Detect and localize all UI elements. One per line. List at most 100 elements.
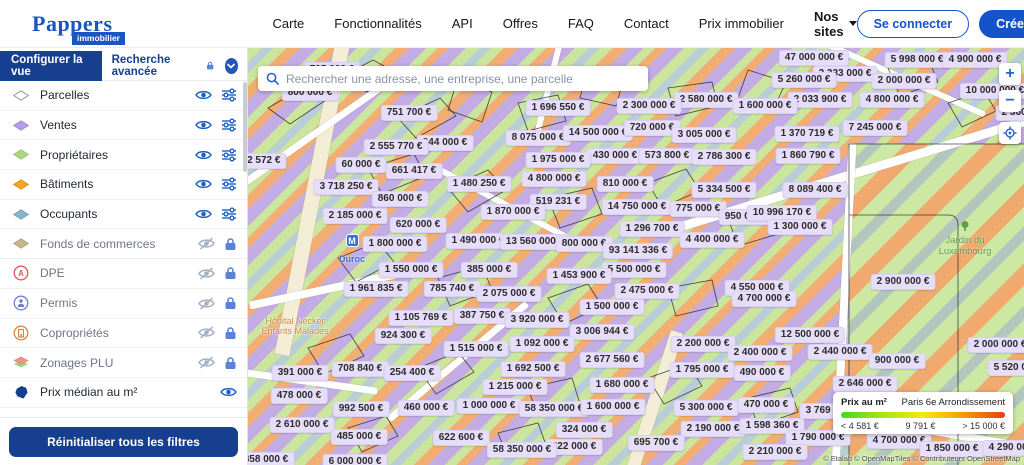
- price-label[interactable]: 58 350 000 €: [518, 401, 590, 417]
- price-label[interactable]: 1 000 000 €: [456, 398, 522, 414]
- sites-dropdown[interactable]: Nos sites: [814, 9, 857, 39]
- price-label[interactable]: 708 840 €: [331, 361, 389, 377]
- nav-link[interactable]: API: [452, 16, 473, 31]
- signup-button[interactable]: Créer un compte: [979, 9, 1024, 38]
- price-label[interactable]: 1 795 000 €: [669, 362, 735, 378]
- price-label[interactable]: 2 300 000 €: [616, 98, 682, 114]
- locked-feature-button[interactable]: [224, 237, 237, 251]
- layer-row[interactable]: Prix médian au m²: [0, 378, 247, 408]
- locked-feature-button[interactable]: [224, 266, 237, 280]
- layer-row[interactable]: Parcelles: [0, 81, 247, 111]
- price-label[interactable]: 62 572 €: [248, 153, 287, 169]
- price-label[interactable]: 2 000 000 €: [967, 337, 1024, 353]
- price-label[interactable]: 860 000 €: [371, 191, 429, 207]
- price-label[interactable]: 2 210 000 €: [742, 444, 808, 460]
- toggle-visibility-button[interactable]: [195, 119, 212, 131]
- layer-row[interactable]: Bâtiments: [0, 170, 247, 200]
- price-label[interactable]: 1 692 500 €: [500, 361, 566, 377]
- layer-row[interactable]: Permis: [0, 289, 247, 319]
- price-label[interactable]: 490 000 €: [733, 365, 791, 381]
- price-label[interactable]: 254 400 €: [383, 365, 441, 381]
- price-label[interactable]: 1 800 000 €: [362, 236, 428, 252]
- toggle-visibility-button[interactable]: [198, 237, 215, 250]
- price-label[interactable]: 3 006 944 €: [569, 324, 635, 340]
- price-label[interactable]: 1 480 250 €: [446, 176, 512, 192]
- price-label[interactable]: 1 105 769 €: [388, 310, 454, 326]
- nav-link[interactable]: Fonctionnalités: [334, 16, 421, 31]
- map-canvas[interactable]: M Duroc Hôpital Necker Enfants Malades J…: [248, 48, 1024, 465]
- price-label[interactable]: 385 000 €: [460, 262, 518, 278]
- layer-row[interactable]: Fonds de commerces: [0, 229, 247, 260]
- price-label[interactable]: 1 975 000 €: [525, 152, 591, 168]
- zoom-out-button[interactable]: −: [999, 90, 1021, 112]
- price-label[interactable]: 4 400 000 €: [679, 232, 745, 248]
- pappers-logo[interactable]: Pappers immobilier: [32, 11, 125, 45]
- locate-button[interactable]: [999, 122, 1021, 144]
- price-label[interactable]: 2 200 000 €: [670, 336, 736, 352]
- price-label[interactable]: 1 860 790 €: [775, 148, 841, 164]
- price-label[interactable]: 485 000 €: [330, 429, 388, 445]
- price-label[interactable]: 14 750 000 €: [601, 199, 673, 215]
- tab-configure-view[interactable]: Configurer la vue: [0, 50, 102, 81]
- toggle-visibility-button[interactable]: [198, 267, 215, 280]
- price-label[interactable]: 900 000 €: [868, 353, 926, 369]
- price-label[interactable]: 573 800 €: [638, 148, 696, 164]
- toggle-visibility-button[interactable]: [220, 386, 237, 398]
- price-label[interactable]: 60 000 €: [335, 157, 387, 173]
- price-label[interactable]: 4 700 000 €: [731, 291, 797, 307]
- layer-row[interactable]: A DPE: [0, 259, 247, 289]
- price-label[interactable]: 992 500 €: [332, 401, 390, 417]
- price-label[interactable]: 93 141 336 €: [602, 243, 674, 259]
- price-label[interactable]: 470 000 €: [737, 397, 795, 413]
- nav-link[interactable]: Contact: [624, 16, 669, 31]
- price-label[interactable]: 478 000 €: [270, 388, 328, 404]
- price-label[interactable]: 5 300 000 €: [673, 400, 739, 416]
- price-label[interactable]: 1 092 000 €: [509, 336, 575, 352]
- price-label[interactable]: 14 500 000 €: [562, 125, 634, 141]
- nav-link[interactable]: Carte: [273, 16, 305, 31]
- layer-filters-button[interactable]: [221, 118, 237, 132]
- collapse-sidebar-button[interactable]: [224, 57, 238, 74]
- layer-row[interactable]: Copropriétés: [0, 319, 247, 349]
- price-label[interactable]: 2 610 000 €: [269, 417, 335, 433]
- price-label[interactable]: 460 000 €: [397, 400, 455, 416]
- layer-row[interactable]: Propriétaires: [0, 140, 247, 171]
- tab-advanced-search[interactable]: Recherche avancée: [102, 47, 225, 85]
- toggle-visibility-button[interactable]: [195, 89, 212, 101]
- nav-link[interactable]: FAQ: [568, 16, 594, 31]
- price-label[interactable]: 5 520 000 €: [987, 360, 1024, 376]
- map-attribution[interactable]: © Etalab © OpenMapTiles © Contributeurs …: [823, 454, 1020, 463]
- price-label[interactable]: 2 075 000 €: [476, 286, 542, 302]
- price-label[interactable]: 1 961 835 €: [343, 281, 409, 297]
- search-input[interactable]: [286, 71, 640, 86]
- price-label[interactable]: 810 000 €: [596, 176, 654, 192]
- nav-link[interactable]: Prix immobilier: [699, 16, 784, 31]
- layer-filters-button[interactable]: [221, 177, 237, 192]
- locked-feature-button[interactable]: [224, 296, 237, 310]
- price-label[interactable]: 5 334 500 €: [691, 182, 757, 198]
- price-label[interactable]: 8 089 400 €: [782, 182, 848, 198]
- price-label[interactable]: 1 680 000 €: [589, 377, 655, 393]
- price-label[interactable]: 622 600 €: [432, 430, 490, 446]
- price-label[interactable]: 12 500 000 €: [774, 327, 846, 343]
- price-label[interactable]: 1 300 000 €: [767, 219, 833, 235]
- price-label[interactable]: 4 900 000 €: [942, 52, 1008, 68]
- price-label[interactable]: 924 300 €: [374, 328, 432, 344]
- price-label[interactable]: 620 000 €: [389, 217, 447, 233]
- price-label[interactable]: 58 350 000 €: [486, 442, 558, 458]
- price-label[interactable]: 1 696 550 €: [525, 100, 591, 116]
- price-label[interactable]: 2 190 000 €: [680, 421, 746, 437]
- layer-filters-button[interactable]: [221, 148, 237, 162]
- price-label[interactable]: 858 000 €: [248, 452, 295, 465]
- price-label[interactable]: 2 440 000 €: [807, 344, 873, 360]
- price-label[interactable]: 4 800 000 €: [521, 171, 587, 187]
- toggle-visibility-button[interactable]: [195, 178, 212, 190]
- price-label[interactable]: 1 600 000 €: [732, 98, 798, 114]
- price-label[interactable]: 324 000 €: [555, 422, 613, 438]
- layer-filters-button[interactable]: [221, 88, 237, 102]
- price-label[interactable]: 1 515 000 €: [443, 341, 509, 357]
- price-label[interactable]: 47 000 000 €: [778, 50, 850, 66]
- price-label[interactable]: 8 075 000 €: [505, 130, 571, 146]
- login-button[interactable]: Se connecter: [856, 9, 970, 38]
- price-label[interactable]: 2 580 000 €: [673, 92, 739, 108]
